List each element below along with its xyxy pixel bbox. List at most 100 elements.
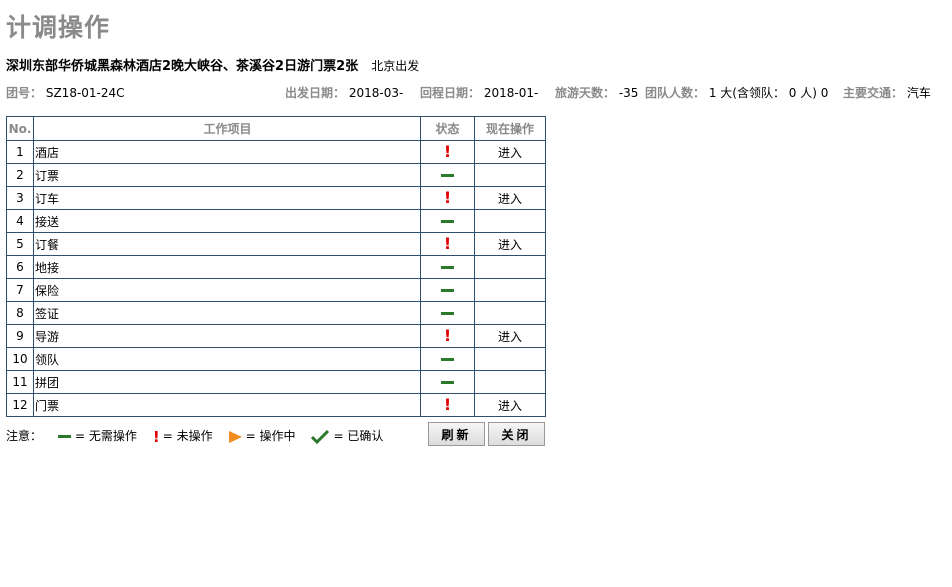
row-number: 12 [6,393,34,417]
row-number: 5 [6,232,34,256]
enter-link[interactable]: 进入 [498,192,522,206]
row-number: 1 [6,140,34,164]
work-item-name: 接送 [33,209,421,233]
action-cell: 进入 [474,186,546,210]
checkmark-icon [311,429,330,444]
table-row: 7 保险 [6,278,546,302]
table-row: 2 订票 [6,163,546,187]
header-current-action: 现在操作 [474,116,546,141]
header-no: No. [6,116,34,141]
status-cell: ! [420,140,475,164]
status-cell: ! [420,232,475,256]
work-item-name: 订车 [33,186,421,210]
status-cell [420,163,475,187]
dash-icon [441,220,454,223]
dash-icon [441,358,454,361]
exclamation-icon: ! [443,234,452,253]
action-cell: 进入 [474,393,546,417]
dash-icon [441,381,454,384]
refresh-button[interactable]: 刷新 [428,422,485,446]
operations-table-body: 1 酒店! 进入 2 订票 3 订车! 进入 4 接送 5 订餐! 进入 6 地接 7 保险 8 签证 9 导游! 进入 1… [6,140,546,417]
table-row: 8 签证 [6,301,546,325]
table-row: 1 酒店! 进入 [6,140,546,164]
work-item-name: 签证 [33,301,421,325]
exclamation-icon: ! [152,428,160,446]
table-row: 5 订餐! 进入 [6,232,546,256]
action-cell [474,370,546,394]
status-cell [420,278,475,302]
work-item-name: 订餐 [33,232,421,256]
legend-confirmed: = 已确认 [309,427,383,444]
legend-in-progress: = 操作中 [227,427,296,444]
legend-none: = 无需操作 [56,427,137,444]
exclamation-icon: ! [443,188,452,207]
table-row: 6 地接 [6,255,546,279]
table-row: 11 拼团 [6,370,546,394]
action-cell [474,301,546,325]
group-number: 团号： SZ18-01-24C [6,84,125,101]
legend-in-progress-label: = 操作中 [245,429,296,443]
return-date-label: 回程日期： [420,86,481,100]
header-status: 状态 [420,116,475,141]
group-size-value: 1 大(含领队： 0 人) 0 [708,86,829,100]
status-cell [420,370,475,394]
group-size: 团队人数： 1 大(含领队： 0 人) 0 [645,84,828,101]
return-date: 回程日期： 2018-01- [420,84,538,101]
row-number: 8 [6,301,34,325]
status-cell [420,255,475,279]
dash-icon [441,174,454,177]
row-number: 9 [6,324,34,348]
main-transport-label: 主要交通： [843,86,904,100]
row-number: 4 [6,209,34,233]
status-cell: ! [420,324,475,348]
trip-header: 深圳东部华侨城黑森林酒店2晚大峡谷、茶溪谷2日游门票2张 北京出发 [6,55,419,74]
work-item-name: 门票 [33,393,421,417]
work-item-name: 领队 [33,347,421,371]
header-work-item: 工作项目 [33,116,421,141]
table-header-row: No. 工作项目 状态 现在操作 [6,116,546,141]
trip-days-value: -35 [618,86,639,100]
table-row: 12 门票! 进入 [6,393,546,417]
status-legend: 注意： = 无需操作! = 未操作 = 操作中 = 已确认 [6,427,397,445]
legend-confirmed-label: = 已确认 [333,429,384,443]
play-arrow-icon [228,430,242,443]
page-title: 计调操作 [6,13,111,42]
status-cell [420,347,475,371]
enter-link[interactable]: 进入 [498,330,522,344]
action-cell [474,163,546,187]
work-item-name: 酒店 [33,140,421,164]
dash-icon [58,435,72,438]
enter-link[interactable]: 进入 [498,238,522,252]
enter-link[interactable]: 进入 [498,399,522,413]
status-cell: ! [420,393,475,417]
exclamation-icon: ! [443,395,452,414]
trip-departure-city: 北京出发 [371,59,420,73]
enter-link[interactable]: 进入 [498,146,522,160]
main-transport: 主要交通： 汽车 [843,84,931,101]
group-number-value: SZ18-01-24C [45,86,125,100]
legend-prefix: 注意： [6,429,43,443]
row-number: 3 [6,186,34,210]
start-date-value: 2018-03- [348,86,404,100]
start-date: 出发日期： 2018-03- [285,84,403,101]
status-cell [420,301,475,325]
legend-none-label: = 无需操作 [75,429,137,443]
close-button[interactable]: 关闭 [488,422,545,446]
row-number: 6 [6,255,34,279]
dash-icon [441,312,454,315]
operations-table: No. 工作项目 状态 现在操作 1 酒店! 进入 2 订票 3 订车! 进入 4 接送 5 订餐! 进… [6,116,546,417]
dash-icon [441,289,454,292]
action-cell [474,347,546,371]
table-row: 3 订车! 进入 [6,186,546,210]
action-cell [474,209,546,233]
table-row: 9 导游! 进入 [6,324,546,348]
action-cell [474,278,546,302]
trip-name: 深圳东部华侨城黑森林酒店2晚大峡谷、茶溪谷2日游门票2张 [6,59,359,74]
work-item-name: 拼团 [33,370,421,394]
group-number-label: 团号： [6,86,43,100]
legend-pending-label: = 未操作 [162,429,213,443]
row-number: 11 [6,370,34,394]
work-item-name: 保险 [33,278,421,302]
row-number: 10 [6,347,34,371]
action-cell: 进入 [474,232,546,256]
